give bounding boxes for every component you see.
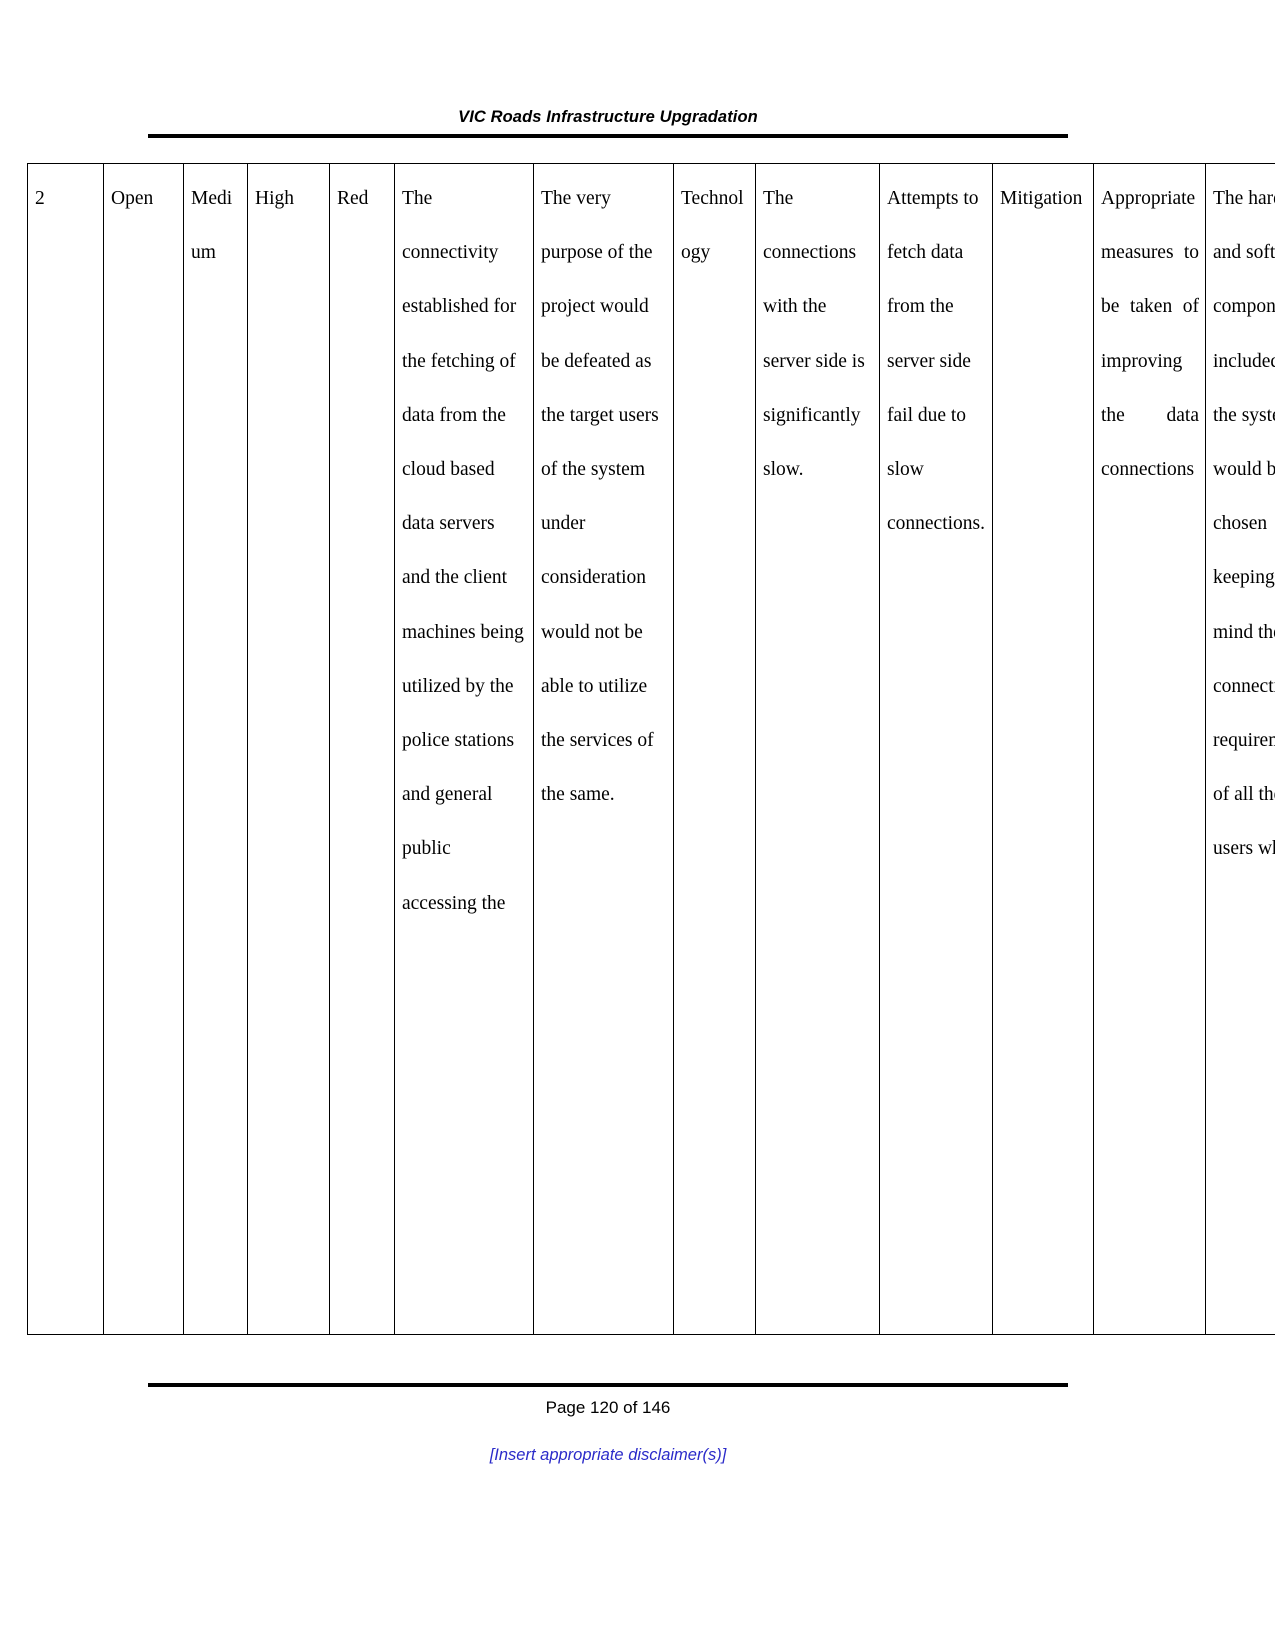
cell-cause: The connections with the server side is … xyxy=(755,163,880,1335)
cell-risk-description: The connectivity established for the fet… xyxy=(394,163,534,1335)
disclaimer-text: [Insert appropriate disclaimer(s)] xyxy=(489,1446,727,1464)
page-footer: Page 120 of 146 [Insert appropriate disc… xyxy=(148,1383,1068,1465)
header-title: VIC Roads Infrastructure Upgradation xyxy=(458,108,758,126)
footer-divider xyxy=(148,1383,1068,1387)
cell-effect: Attempts to fetch data from the server s… xyxy=(879,163,993,1335)
page-header: VIC Roads Infrastructure Upgradation xyxy=(148,108,1068,138)
cell-status: Open xyxy=(103,163,184,1335)
risk-register-table: 2 Open Medium High Red The connectivity … xyxy=(27,163,1275,1335)
cell-consequence: The very purpose of the project would be… xyxy=(533,163,674,1335)
page-number-label: Page 120 of 146 xyxy=(545,1398,671,1417)
table-row: 2 Open Medium High Red The connectivity … xyxy=(27,163,1275,1335)
header-divider xyxy=(148,133,1068,138)
cell-action: Appropriate measures to be taken of impr… xyxy=(1093,163,1206,1335)
cell-category: Technology xyxy=(673,163,756,1335)
cell-rating: Red xyxy=(329,163,395,1335)
cell-response: Mitigation xyxy=(992,163,1094,1335)
cell-owner-notes: The hardware and software components inc… xyxy=(1205,163,1275,1335)
cell-risk-id: 2 xyxy=(27,163,104,1335)
risk-register-table-container: 2 Open Medium High Red The connectivity … xyxy=(27,163,1275,1335)
cell-likelihood: Medium xyxy=(183,163,248,1335)
cell-impact: High xyxy=(247,163,330,1335)
document-page: VIC Roads Infrastructure Upgradation 2 O… xyxy=(0,0,1275,1650)
